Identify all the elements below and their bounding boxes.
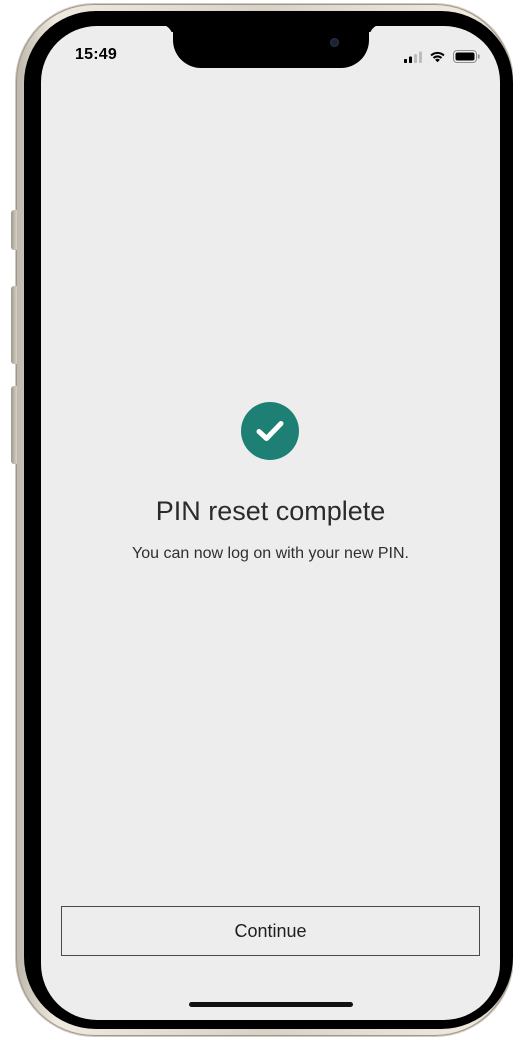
status-icons — [404, 50, 480, 63]
check-circle-icon — [241, 402, 299, 460]
checkmark-icon — [256, 421, 284, 441]
continue-button[interactable]: Continue — [61, 906, 480, 956]
app-screen: 15:49 PIN reset complete You can now log… — [41, 26, 500, 1020]
battery-icon — [453, 50, 480, 63]
wifi-icon — [429, 50, 446, 63]
notch — [173, 26, 369, 68]
volume-down-button — [11, 386, 17, 464]
camera-icon — [330, 38, 339, 47]
device-mockup: 15:49 PIN reset complete You can now log… — [0, 0, 513, 1041]
page-title: PIN reset complete — [155, 496, 386, 526]
mute-switch — [11, 210, 17, 250]
home-indicator[interactable] — [189, 1002, 353, 1007]
success-message: You can now log on with your new PIN. — [132, 545, 409, 562]
cellular-signal-icon — [404, 51, 422, 63]
volume-up-button — [11, 286, 17, 364]
status-time: 15:49 — [75, 46, 117, 63]
